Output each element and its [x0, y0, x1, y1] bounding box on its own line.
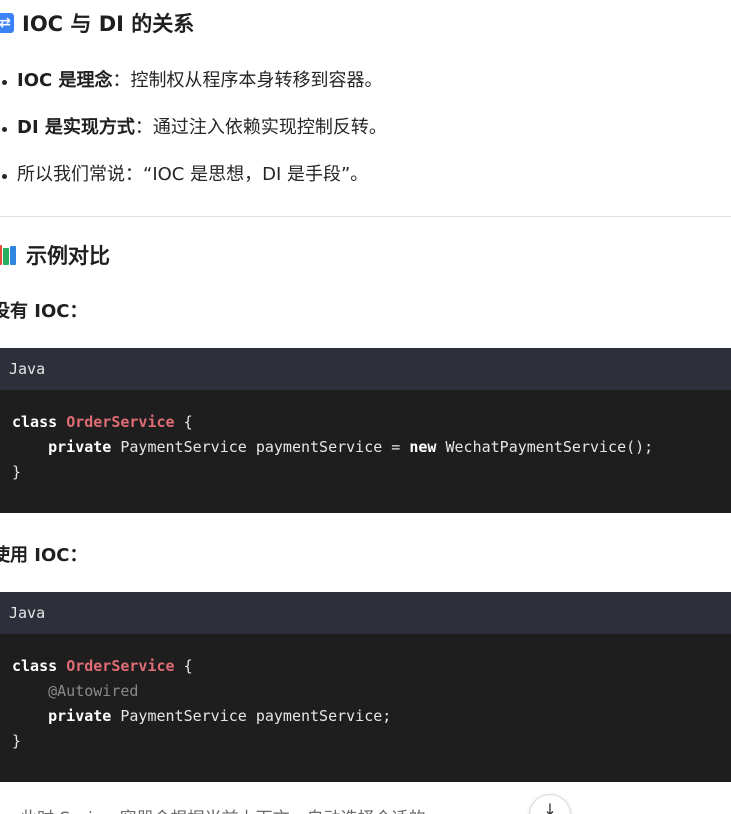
code-block-without-ioc: Java class OrderService { private Paymen… — [0, 348, 731, 513]
list-item-bold: IOC 是理念 — [17, 70, 113, 91]
scroll-to-bottom-button[interactable]: ↓ — [529, 794, 571, 814]
section-title: 示例对比 — [26, 244, 110, 268]
section-divider — [0, 216, 731, 217]
arrow-down-icon: ↓ — [543, 800, 557, 814]
section-heading-relation: ⇄ IOC 与 DI 的关系 — [0, 8, 194, 38]
list-item: IOC 是理念：控制权从程序本身转移到容器。 — [0, 66, 387, 96]
list-item-bold: DI 是实现方式 — [17, 117, 135, 138]
books-icon — [0, 245, 18, 265]
trailing-text: 此时 Spring 容器会根据当前上下文，自动选择合适的 — [20, 804, 426, 814]
sync-arrows-icon: ⇄ — [0, 13, 14, 33]
list-item: DI 是实现方式：通过注入依赖实现控制反转。 — [0, 113, 387, 143]
trailing-paragraph: 此时 Spring 容器会根据当前上下文，自动选择合适的 — [0, 800, 731, 814]
without-ioc-label: 没有 IOC： — [0, 301, 88, 322]
code-language-label: Java — [0, 592, 731, 634]
section-title: IOC 与 DI 的关系 — [22, 12, 195, 36]
list-item-text: 所以我们常说：“IOC 是思想，DI 是手段”。 — [17, 164, 369, 185]
list-item-text: ：通过注入依赖实现控制反转。 — [134, 117, 387, 138]
code-content[interactable]: class OrderService { @Autowired private … — [0, 634, 731, 754]
list-item-text: ：控制权从程序本身转移到容器。 — [112, 70, 383, 91]
code-language-label: Java — [0, 348, 731, 390]
code-content[interactable]: class OrderService { private PaymentServ… — [0, 390, 731, 485]
code-block-with-ioc: Java class OrderService { @Autowired pri… — [0, 592, 731, 782]
relation-list: IOC 是理念：控制权从程序本身转移到容器。 DI 是实现方式：通过注入依赖实现… — [0, 66, 387, 207]
with-ioc-label: 使用 IOC： — [0, 545, 88, 566]
section-heading-example: 示例对比 — [0, 240, 110, 270]
list-item: 所以我们常说：“IOC 是思想，DI 是手段”。 — [0, 160, 387, 190]
